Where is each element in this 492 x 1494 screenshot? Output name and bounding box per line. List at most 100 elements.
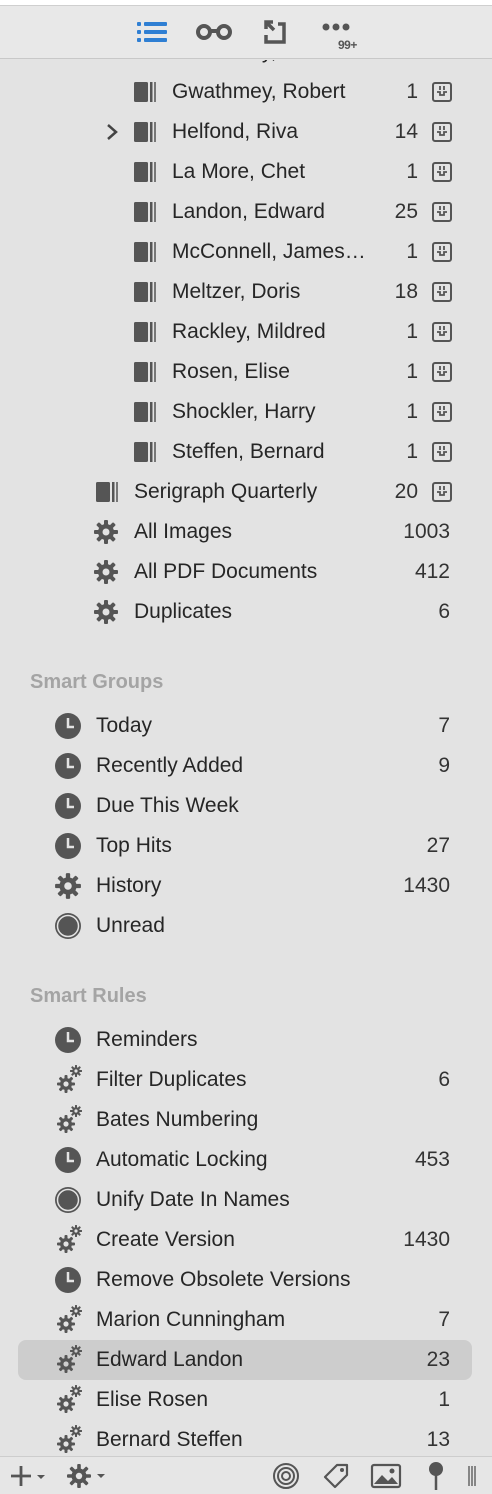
item-label: Remove Obsolete Versions <box>96 1268 351 1291</box>
add-menu-button[interactable] <box>8 1461 50 1491</box>
target-button[interactable] <box>270 1461 302 1491</box>
tag-button[interactable] <box>320 1461 352 1491</box>
item-count: 1 <box>406 240 418 263</box>
item-label: Today <box>96 714 153 737</box>
list-item[interactable]: Filter Duplicates 6 <box>0 1060 492 1100</box>
list-item[interactable]: Serigraph Quarterly 20 <box>0 472 492 512</box>
list-item[interactable]: Today 7 <box>0 706 492 746</box>
gears-icon <box>57 1225 82 1253</box>
list-item[interactable]: McConnell, James… 1 <box>0 232 492 272</box>
clock-icon <box>55 753 81 779</box>
item-label: Elise Rosen <box>96 1388 209 1411</box>
list-item[interactable]: Gwathmey, Robert 1 <box>0 72 492 112</box>
sidebar-list[interactable]: Gwathmey, ... 1 Gwathmey, Robert 1 Helfo… <box>0 60 492 1456</box>
tag-icon <box>323 1463 349 1489</box>
list-item[interactable]: Rosen, Elise 1 <box>0 352 492 392</box>
list-item[interactable]: History 1430 <box>0 866 492 906</box>
list-item[interactable]: Automatic Locking 453 <box>0 1140 492 1180</box>
item-label: Landon, Edward <box>172 200 325 223</box>
inbox-tray-icon[interactable] <box>432 282 452 302</box>
item-label: Unread <box>96 914 165 937</box>
gears-icon <box>57 1065 82 1093</box>
list-item[interactable]: Reminders <box>0 1020 492 1060</box>
more-icon <box>322 23 350 31</box>
item-count: 25 <box>394 200 418 223</box>
inbox-tray-icon[interactable] <box>432 82 452 102</box>
list-item[interactable]: Duplicates 6 <box>0 592 492 632</box>
book-icon <box>134 442 156 462</box>
item-count: 1 <box>360 60 418 72</box>
list-item[interactable]: Top Hits 27 <box>0 826 492 866</box>
section-header-smart-rules[interactable]: Smart Rules <box>30 981 147 1011</box>
sidebar-resize-handle[interactable] <box>464 1461 480 1491</box>
sidebar-handle-icon <box>468 1466 476 1486</box>
list-item[interactable]: Recently Added 9 <box>0 746 492 786</box>
inbox-tray-icon[interactable] <box>432 442 452 462</box>
image-icon <box>370 1463 402 1489</box>
item-count <box>380 1260 450 1300</box>
item-label: Gwathmey, Robert <box>172 80 346 103</box>
item-label: Due This Week <box>96 794 239 817</box>
gears-icon <box>57 1305 82 1333</box>
unread-circle-icon <box>55 913 81 939</box>
item-label: La More, Chet <box>172 160 306 183</box>
list-item[interactable]: Unread <box>0 906 492 946</box>
clock-icon <box>55 1147 81 1173</box>
book-icon <box>134 282 156 302</box>
inbox-tray-icon[interactable] <box>432 122 452 142</box>
list-item[interactable]: Create Version 1430 <box>0 1220 492 1260</box>
import-button[interactable] <box>254 14 294 50</box>
list-item-selected[interactable]: Edward Landon 23 <box>0 1340 492 1380</box>
list-view-button[interactable] <box>132 14 172 50</box>
list-item[interactable]: Elise Rosen 1 <box>0 1380 492 1420</box>
item-count: 1 <box>406 320 418 343</box>
list-item[interactable]: Steffen, Bernard 1 <box>0 432 492 472</box>
list-item[interactable]: Shockler, Harry 1 <box>0 392 492 432</box>
more-button[interactable]: 99+ <box>318 14 358 52</box>
inbox-tray-icon[interactable] <box>432 242 452 262</box>
disclosure-triangle-icon[interactable] <box>102 122 122 142</box>
item-label: Duplicates <box>134 600 233 623</box>
inbox-tray-icon[interactable] <box>432 402 452 422</box>
inbox-tray-icon[interactable] <box>432 202 452 222</box>
inbox-tray-icon[interactable] <box>432 482 452 502</box>
image-button[interactable] <box>368 1461 404 1491</box>
inbox-tray-icon[interactable] <box>432 362 452 382</box>
item-count: 1 <box>406 440 418 463</box>
item-count: 18 <box>394 280 418 303</box>
list-item[interactable]: Unify Date In Names <box>0 1180 492 1220</box>
book-icon <box>134 402 156 422</box>
section-header-smart-groups[interactable]: Smart Groups <box>30 667 163 697</box>
list-item[interactable]: Rackley, Mildred 1 <box>0 312 492 352</box>
gear-icon <box>94 520 118 544</box>
list-view-icon <box>137 22 167 42</box>
location-button[interactable] <box>424 1461 448 1491</box>
list-item[interactable]: Bernard Steffen 13 <box>0 1420 492 1456</box>
list-item[interactable]: All Images 1003 <box>0 512 492 552</box>
item-count: 1 <box>406 360 418 383</box>
action-menu-button[interactable] <box>66 1461 110 1491</box>
item-label: Top Hits <box>96 834 172 857</box>
item-count: 14 <box>394 120 418 143</box>
item-count: 7 <box>438 714 450 737</box>
list-item[interactable]: Meltzer, Doris 18 <box>0 272 492 312</box>
item-label: Steffen, Bernard <box>172 440 325 463</box>
unread-circle-icon <box>55 1187 81 1213</box>
inbox-tray-icon[interactable] <box>432 162 452 182</box>
item-label: Meltzer, Doris <box>172 280 301 303</box>
list-item[interactable]: All PDF Documents 412 <box>0 552 492 592</box>
list-item[interactable]: Remove Obsolete Versions <box>0 1260 492 1300</box>
book-icon <box>96 482 118 502</box>
list-item[interactable]: Bates Numbering <box>0 1100 492 1140</box>
list-item[interactable]: Due This Week <box>0 786 492 826</box>
gears-icon <box>57 1385 82 1413</box>
list-item[interactable]: Landon, Edward 25 <box>0 192 492 232</box>
inbox-tray-icon[interactable] <box>432 322 452 342</box>
gear-icon <box>55 873 81 899</box>
book-icon <box>134 162 156 182</box>
reading-list-button[interactable] <box>194 14 234 50</box>
list-item[interactable]: Marion Cunningham 7 <box>0 1300 492 1340</box>
list-item[interactable]: Gwathmey, ... 1 <box>0 60 492 72</box>
list-item[interactable]: La More, Chet 1 <box>0 152 492 192</box>
list-item[interactable]: Helfond, Riva 14 <box>0 112 492 152</box>
